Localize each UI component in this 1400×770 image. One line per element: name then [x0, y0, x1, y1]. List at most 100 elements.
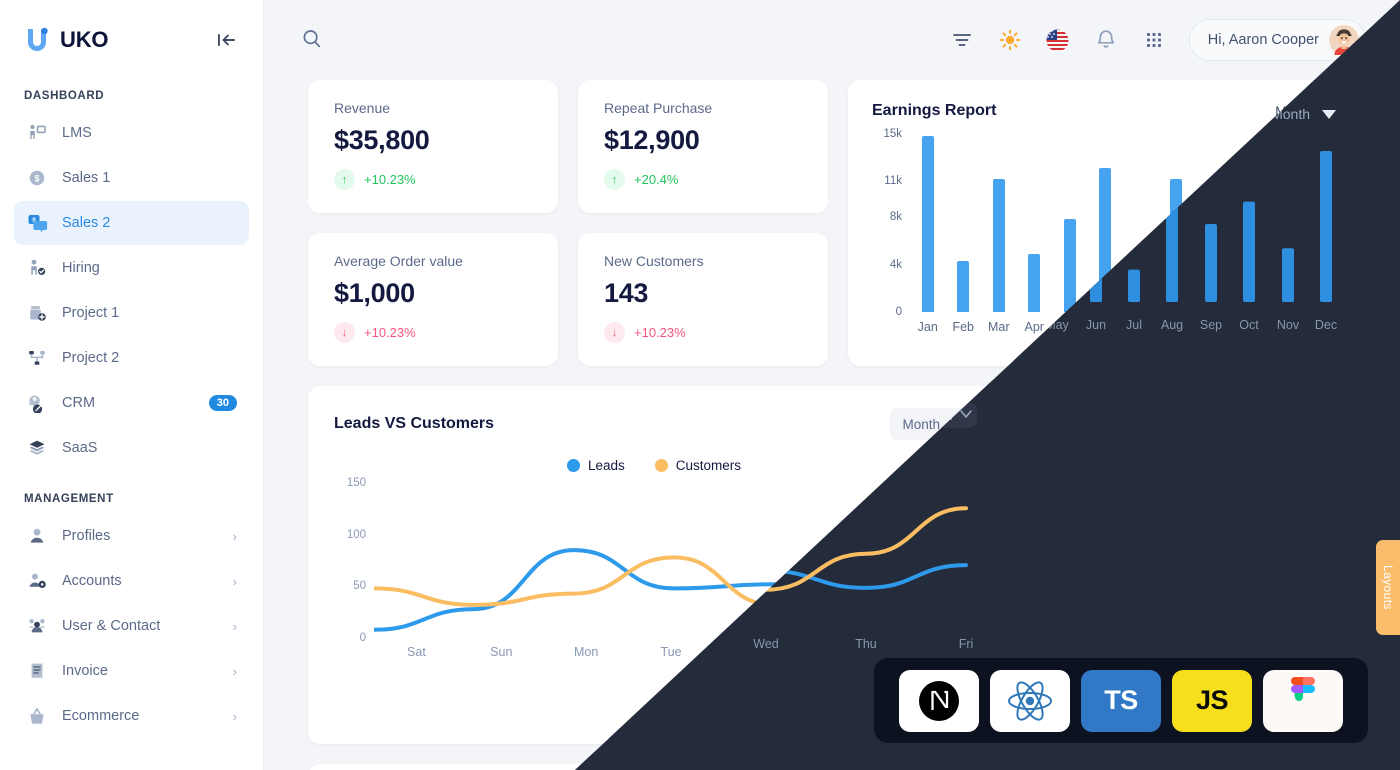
earnings-bar[interactable] [1134, 274, 1147, 312]
sidebar-item-label: Ecommerce [62, 708, 140, 724]
user-menu[interactable]: Hi, Aaron Cooper [1188, 19, 1366, 61]
stat-delta: ↑ +10.23% [334, 169, 532, 190]
earnings-range-select[interactable]: Month [1275, 103, 1336, 119]
sidebar-item-label: User & Contact [62, 618, 161, 634]
leads-x-tick: Fri [918, 645, 933, 659]
earnings-bar[interactable] [1276, 249, 1289, 312]
legend-item-customers[interactable]: Customers [654, 458, 741, 473]
filter-lines-icon[interactable] [949, 27, 975, 53]
stat-card-new-customers: New Customers 143 ↓ +10.23% [578, 233, 828, 366]
sidebar-item-label: LMS [62, 125, 92, 141]
figma-logo-icon[interactable] [1263, 669, 1343, 732]
stat-delta: ↓ +10.23% [604, 322, 802, 343]
topbar: Hi, Aaron Cooper [264, 0, 1400, 80]
sidebar-item-profiles[interactable]: Profiles › [14, 514, 249, 558]
sidebar-item-project-2[interactable]: Project 2 [14, 336, 249, 380]
earnings-x-tick: Oct [1237, 320, 1257, 334]
brand-name: UKO [60, 27, 109, 52]
sidebar-item-label: Project 1 [62, 305, 120, 321]
nextjs-logo-icon[interactable] [899, 669, 979, 732]
project-status-donut: Avg Range 140 [1084, 438, 1294, 648]
sidebar-item-sales-2[interactable]: $ Sales 2 [14, 201, 249, 245]
us-flag-icon[interactable] [1045, 27, 1071, 53]
stat-delta: ↑ +20.4% [604, 169, 802, 190]
earnings-plot [910, 134, 1336, 312]
sidebar-item-user-contact[interactable]: User & Contact › [14, 604, 249, 648]
javascript-label: JS [1195, 685, 1229, 715]
earnings-bar[interactable] [1028, 253, 1041, 312]
earnings-bar-column [1230, 134, 1266, 312]
earnings-bar[interactable] [992, 179, 1005, 312]
earnings-y-tick: 11k [884, 175, 902, 188]
earnings-y-tick: 4k [889, 258, 902, 271]
sidebar-item-project-1[interactable]: Project 1 [14, 291, 249, 335]
leads-series-svg [374, 483, 974, 638]
sidebar-item-saas[interactable]: SaaS [14, 426, 249, 470]
earnings-x-tick: Apr [1024, 320, 1044, 334]
sidebar-item-label: CRM [62, 395, 96, 411]
legend-dot-customers [654, 459, 668, 472]
earnings-bar[interactable] [1170, 179, 1183, 312]
earnings-bar[interactable] [957, 260, 970, 312]
stat-title: Revenue [334, 100, 391, 116]
sidebar-item-lms[interactable]: LMS [14, 111, 249, 155]
javascript-logo-icon[interactable]: JS [1172, 669, 1252, 732]
stat-delta-value: +10.23% [364, 325, 416, 340]
leads-y-tick: 50 [353, 580, 366, 593]
sidebar-item-hiring[interactable]: Hiring [14, 246, 249, 290]
earnings-bar[interactable] [1063, 219, 1076, 312]
earnings-x-tick: Mar [987, 320, 1010, 334]
sun-theme-icon[interactable] [997, 27, 1023, 53]
earnings-x-axis: Jan Feb Mar Apr May Jun Jul Aug Sep Oct Nov Dec [910, 320, 1336, 334]
stat-title: New Customers [604, 253, 704, 269]
uko-logo-icon [24, 26, 50, 54]
account-gear-icon [26, 570, 48, 592]
sidebar-item-invoice[interactable]: Invoice › [14, 649, 249, 693]
donut-center-label: Avg Range [1153, 517, 1225, 533]
leads-range-label: Month [902, 416, 940, 432]
typescript-logo-icon[interactable]: TS [1081, 669, 1161, 732]
sidebar-item-label: Accounts [62, 573, 122, 589]
project-status-title: Project Status [1136, 406, 1242, 423]
sidebar-item-ecommerce[interactable]: Ecommerce › [14, 694, 249, 738]
stat-value: $12,900 [604, 125, 700, 155]
earnings-bar[interactable] [1205, 220, 1218, 312]
earnings-x-tick: Jan [917, 320, 938, 334]
crm-count-badge: 30 [208, 395, 237, 411]
earnings-x-tick: Jun [1095, 320, 1116, 334]
sitemap-icon [26, 347, 48, 369]
earnings-bar[interactable] [1241, 194, 1254, 312]
project-box-icon [26, 302, 48, 324]
sidebar-item-label: Invoice [62, 663, 108, 679]
layouts-side-tab[interactable]: Layouts [1376, 540, 1400, 635]
react-logo-icon[interactable] [990, 669, 1070, 732]
brand-logo[interactable]: UKO [24, 26, 108, 54]
stat-title: Average Order value [334, 253, 463, 269]
legend-item-leads[interactable]: Leads [566, 458, 625, 473]
topbar-actions: Hi, Aaron Cooper [949, 19, 1366, 61]
layers-icon [26, 437, 48, 459]
sidebar-item-label: SaaS [62, 440, 98, 456]
user-avatar[interactable] [1329, 25, 1360, 56]
earnings-bar[interactable] [921, 136, 934, 312]
earnings-bar[interactable] [1312, 135, 1325, 312]
sidebar-item-label: Project 2 [62, 350, 120, 366]
notification-bell-icon[interactable] [1093, 27, 1119, 53]
search-icon[interactable] [300, 27, 326, 53]
layouts-tab-label: Layouts [1381, 565, 1395, 610]
earnings-x-tick: Nov [1271, 320, 1294, 334]
sidebar-item-label: Sales 2 [62, 215, 111, 231]
stat-delta-value: +10.23% [634, 325, 686, 340]
collapse-sidebar-icon[interactable] [213, 27, 239, 53]
earnings-bar[interactable] [1099, 168, 1112, 312]
apps-grid-icon[interactable] [1141, 27, 1167, 53]
leads-range-select[interactable]: Month [890, 408, 974, 440]
sidebar-item-crm[interactable]: CRM 30 [14, 381, 249, 425]
sidebar-item-sales-1[interactable]: $ Sales 1 [14, 156, 249, 200]
sidebar-header: UKO [0, 0, 263, 80]
stat-value: 143 [604, 278, 649, 308]
arrow-down-icon: ↓ [334, 322, 355, 343]
sidebar-item-accounts[interactable]: Accounts › [14, 559, 249, 603]
chevron-right-icon: › [232, 708, 237, 724]
legend-dot-leads [566, 459, 580, 472]
